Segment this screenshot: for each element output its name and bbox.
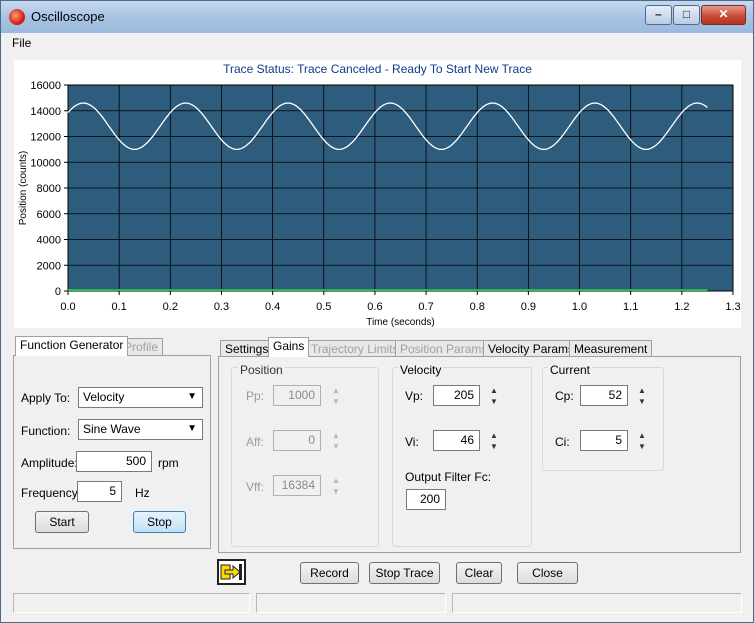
cp-input[interactable]: 52 [580, 385, 628, 406]
x-tick-label: 0.1 [112, 301, 127, 313]
start-button[interactable]: Start [35, 511, 89, 533]
status-cell-2 [256, 593, 446, 613]
vff-spinner[interactable]: ▲ ▼ [331, 475, 341, 497]
stop-trace-button[interactable]: Stop Trace [369, 562, 440, 584]
menu-file[interactable]: File [12, 36, 31, 50]
app-icon [9, 9, 25, 25]
status-bar [1, 591, 753, 621]
x-tick-label: 1.1 [623, 301, 638, 313]
apply-to-label: Apply To: [21, 391, 71, 405]
oscilloscope-chart: 0.0 0.1 0.2 0.3 0.4 0.5 0.6 0.7 0.8 0.9 1.0 1.1 1.2 1… [14, 79, 741, 328]
output-filter-input[interactable]: 200 [406, 489, 446, 510]
minimize-button[interactable]: – [645, 5, 672, 25]
ci-spinner[interactable]: ▲ ▼ [637, 430, 647, 452]
aff-input[interactable]: 0 [273, 430, 321, 451]
vi-label: Vi: [405, 435, 419, 449]
menu-bar: File [5, 33, 749, 53]
x-tick-label: 0.4 [265, 301, 280, 313]
cp-label: Cp: [555, 389, 574, 403]
cp-spinner[interactable]: ▲ ▼ [637, 385, 647, 407]
amplitude-label: Amplitude: [21, 456, 78, 470]
record-button[interactable]: Record [300, 562, 359, 584]
window-title: Oscilloscope [31, 9, 105, 24]
dropdown-arrow-icon: ▼ [187, 423, 197, 434]
pp-label: Pp: [246, 389, 265, 403]
maximize-button[interactable]: □ [673, 5, 700, 25]
function-label: Function: [21, 424, 71, 438]
pp-spinner[interactable]: ▲ ▼ [331, 385, 341, 407]
y-tick-label: 10000 [30, 157, 61, 169]
chart-svg: 0.0 0.1 0.2 0.3 0.4 0.5 0.6 0.7 0.8 0.9 1.0 1.1 1.2 1… [18, 80, 741, 328]
function-value: Sine Wave [83, 422, 141, 436]
tab-function-generator[interactable]: Function Generator [15, 336, 129, 356]
function-select[interactable]: Sine Wave ▼ [78, 419, 203, 440]
vi-input[interactable]: 46 [433, 430, 480, 451]
y-tick-label: 8000 [37, 183, 61, 195]
vp-label: Vp: [405, 389, 424, 403]
vi-spinner[interactable]: ▲ ▼ [489, 430, 499, 452]
aff-label: Aff: [246, 435, 264, 449]
close-icon: ✕ [718, 7, 729, 21]
maximize-icon: □ [682, 7, 691, 21]
vp-spinner[interactable]: ▲ ▼ [489, 385, 499, 407]
amplitude-input[interactable]: 500 [76, 451, 152, 472]
vff-input[interactable]: 16384 [273, 475, 321, 496]
x-tick-label: 0.8 [470, 301, 485, 313]
x-tick-label: 1.3 [725, 301, 740, 313]
pp-input[interactable]: 1000 [273, 385, 321, 406]
aff-spinner[interactable]: ▲ ▼ [331, 430, 341, 452]
minimize-icon: – [655, 7, 662, 21]
x-tick-label: 0.5 [316, 301, 331, 313]
frequency-unit: Hz [135, 486, 150, 500]
stop-button[interactable]: Stop [133, 511, 186, 533]
x-tick-label: 0.7 [418, 301, 433, 313]
trace-status: Trace Status: Trace Canceled - Ready To … [14, 60, 741, 79]
export-icon[interactable] [217, 559, 246, 585]
output-filter-label: Output Filter Fc: [405, 470, 492, 484]
x-tick-label: 0.2 [163, 301, 178, 313]
position-group-title: Position [238, 363, 285, 377]
vp-input[interactable]: 205 [433, 385, 480, 406]
current-group [542, 367, 664, 471]
x-tick-label: 0.3 [214, 301, 229, 313]
x-axis-title: Time (seconds) [366, 317, 435, 328]
y-tick-label: 6000 [37, 209, 61, 221]
x-tick-label: 0.6 [367, 301, 382, 313]
y-tick-label: 14000 [30, 106, 61, 118]
oscilloscope-window: Oscilloscope – □ ✕ File Trace Status: Tr… [0, 0, 754, 623]
status-cell-3 [452, 593, 742, 613]
y-tick-label: 12000 [30, 132, 61, 144]
y-tick-label: 4000 [37, 235, 61, 247]
dropdown-arrow-icon: ▼ [187, 391, 197, 402]
frequency-input[interactable]: 5 [77, 481, 122, 502]
title-bar: Oscilloscope – □ ✕ [1, 1, 753, 33]
close-window-button[interactable]: ✕ [701, 5, 746, 25]
current-group-title: Current [548, 363, 593, 377]
y-tick-label: 16000 [30, 80, 61, 92]
x-tick-label: 0.0 [60, 301, 75, 313]
tab-gains[interactable]: Gains [268, 337, 310, 357]
apply-to-value: Velocity [83, 390, 125, 404]
vff-label: Vff: [246, 480, 264, 494]
close-button[interactable]: Close [517, 562, 578, 584]
velocity-group-title: Velocity [398, 363, 444, 377]
export-arrow-icon [220, 564, 242, 580]
y-axis-title: Position (counts) [18, 151, 29, 225]
apply-to-select[interactable]: Velocity ▼ [78, 387, 203, 408]
clear-button[interactable]: Clear [456, 562, 502, 584]
ci-label: Ci: [555, 435, 570, 449]
status-cell-1 [13, 593, 250, 613]
amplitude-unit: rpm [158, 456, 179, 470]
y-tick-label: 0 [55, 286, 61, 298]
gains-panel: Position Pp: 1000 ▲ ▼ Aff: 0 ▲ ▼ Vff: 1638… [218, 356, 741, 553]
y-tick-label: 2000 [37, 260, 61, 272]
ci-input[interactable]: 5 [580, 430, 628, 451]
function-generator-panel: Apply To: Velocity ▼ Function: Sine Wave… [13, 355, 211, 549]
frequency-label: Frequency: [21, 486, 82, 500]
x-tick-label: 1.0 [572, 301, 587, 313]
x-tick-label: 1.2 [674, 301, 689, 313]
x-tick-label: 0.9 [521, 301, 536, 313]
